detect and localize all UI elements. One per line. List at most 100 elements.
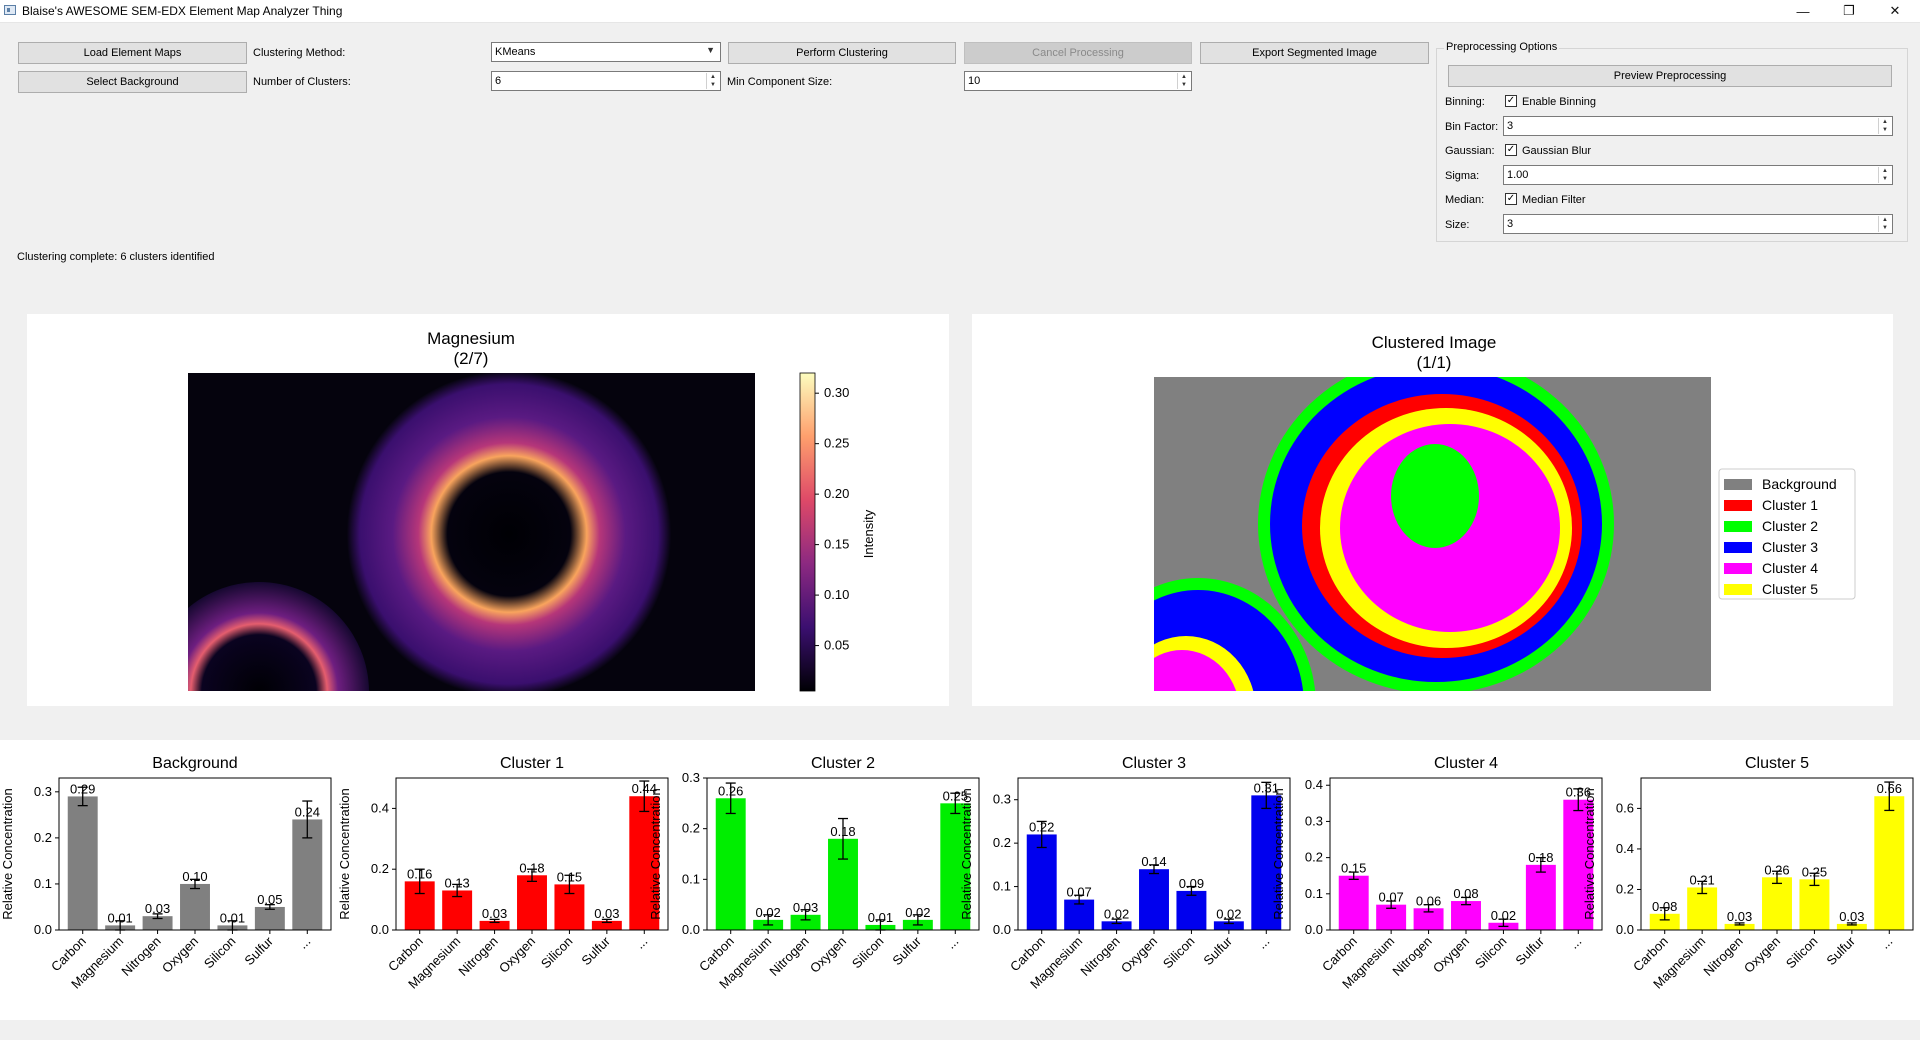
sigma-label: Sigma:: [1445, 170, 1480, 182]
load-element-maps-button[interactable]: Load Element Maps: [18, 42, 247, 64]
min-component-value: 10: [968, 75, 981, 87]
bar-value-label: 0.22: [1029, 819, 1054, 834]
bar-value-label: 0.07: [1378, 890, 1403, 905]
bar: [180, 883, 210, 930]
spin-arrows-icon[interactable]: ▲ ▼: [1878, 118, 1891, 134]
bar-value-label: 0.02: [755, 905, 780, 920]
x-tick-label: Sulfur: [1512, 933, 1547, 968]
minimize-button[interactable]: —: [1780, 0, 1826, 22]
bar-value-label: 0.03: [482, 906, 507, 921]
y-axis-label: Relative Concentration: [1271, 788, 1286, 920]
clustered-image-title: Clustered Image: [1372, 333, 1497, 352]
bar-value-label: 0.02: [1491, 908, 1516, 923]
bin-factor-spinbox[interactable]: 3 ▲ ▼: [1503, 116, 1893, 136]
y-tick-label: 0.2: [1616, 881, 1634, 896]
bar-value-label: 0.29: [70, 781, 95, 796]
clustering-method-value: KMeans: [495, 46, 536, 58]
bar-value-label: 0.05: [257, 892, 282, 907]
spin-arrows-icon[interactable]: ▲ ▼: [1878, 167, 1891, 183]
close-button[interactable]: ✕: [1872, 0, 1918, 22]
perform-clustering-button[interactable]: Perform Clustering: [728, 42, 956, 64]
x-tick-label: ...: [1254, 934, 1272, 952]
legend-label: Cluster 4: [1762, 560, 1818, 576]
median-filter-checkbox[interactable]: ✓: [1505, 193, 1517, 205]
bar-value-label: 0.08: [1652, 899, 1677, 914]
colorbar-tick-label: 0.30: [824, 385, 849, 400]
bar: [1525, 864, 1556, 930]
bar-value-label: 0.15: [557, 869, 582, 884]
bar: [1762, 877, 1792, 930]
particle-ring: [347, 373, 671, 691]
bar-value-label: 0.02: [1104, 906, 1129, 921]
legend-label: Cluster 3: [1762, 539, 1818, 555]
x-tick-label: ...: [1566, 934, 1584, 952]
bar: [715, 798, 746, 930]
bar-value-label: 0.14: [1141, 854, 1166, 869]
colorbar-tick-label: 0.15: [824, 537, 849, 552]
legend-swatch: [1724, 563, 1752, 574]
y-tick-label: 0.1: [1305, 886, 1323, 901]
y-tick-label: 0.1: [993, 879, 1011, 894]
y-tick-label: 0.3: [1305, 813, 1323, 828]
x-tick-label: Nitrogen: [1700, 934, 1745, 979]
y-axis-label: Relative Concentration: [0, 788, 15, 920]
bar-value-label: 0.03: [145, 901, 170, 916]
bar-value-label: 0.18: [830, 824, 855, 839]
y-tick-label: 0.3: [993, 792, 1011, 807]
enable-binning-label: Enable Binning: [1522, 96, 1597, 108]
spin-arrows-icon[interactable]: ▲ ▼: [1177, 73, 1190, 89]
enable-binning-checkbox[interactable]: ✓: [1505, 95, 1517, 107]
clustering-method-select[interactable]: KMeans ▼: [491, 42, 721, 62]
x-tick-label: Nitrogen: [455, 934, 500, 979]
cancel-processing-button[interactable]: Cancel Processing: [964, 42, 1192, 64]
x-tick-label: Silicon: [1160, 934, 1198, 972]
y-tick-label: 0.3: [682, 770, 700, 785]
spin-arrows-icon[interactable]: ▲ ▼: [1878, 216, 1891, 232]
legend-swatch: [1724, 542, 1752, 553]
colorbar: [799, 372, 816, 692]
sigma-value: 1.00: [1507, 169, 1529, 181]
x-tick-label: Sulfur: [1823, 933, 1858, 968]
x-tick-label: ...: [943, 934, 961, 952]
bar-chart-cluster-4: Cluster 40.15Carbon0.07Magnesium0.06Nitr…: [1271, 755, 1603, 992]
size-spinbox[interactable]: 3 ▲ ▼: [1503, 214, 1893, 234]
size-label: Size:: [1445, 219, 1470, 231]
bar-value-label: 0.08: [1453, 886, 1478, 901]
x-tick-label: Silicon: [1472, 934, 1510, 972]
y-tick-label: 0.0: [993, 922, 1011, 937]
x-tick-label: ...: [295, 934, 313, 952]
x-tick-label: Oxygen: [807, 934, 849, 976]
legend-swatch: [1724, 479, 1752, 490]
bar-value-label: 0.07: [1066, 885, 1091, 900]
bin-factor-label: Bin Factor:: [1445, 121, 1499, 133]
bar-value-label: 0.16: [407, 866, 432, 881]
x-tick-label: Oxygen: [496, 934, 538, 976]
bar-value-label: 0.09: [1179, 876, 1204, 891]
legend-label: Cluster 5: [1762, 581, 1818, 597]
maximize-button[interactable]: ❐: [1826, 0, 1872, 22]
y-tick-label: 0.2: [682, 821, 700, 836]
export-segmented-button[interactable]: Export Segmented Image: [1200, 42, 1429, 64]
spin-arrows-icon[interactable]: ▲ ▼: [706, 73, 719, 89]
select-background-button[interactable]: Select Background: [18, 71, 247, 93]
bar-value-label: 0.03: [594, 906, 619, 921]
y-tick-label: 0.2: [371, 861, 389, 876]
bar-value-label: 0.25: [1802, 864, 1827, 879]
y-tick-label: 0.4: [371, 800, 389, 815]
x-tick-label: Oxygen: [1118, 934, 1160, 976]
x-tick-label: Sulfur: [1200, 933, 1235, 968]
x-tick-label: Silicon: [201, 934, 239, 972]
bar-value-label: 0.01: [220, 910, 245, 925]
min-component-spinbox[interactable]: 10 ▲ ▼: [964, 71, 1192, 91]
num-clusters-spinbox[interactable]: 6 ▲ ▼: [491, 71, 721, 91]
gaussian-blur-checkbox[interactable]: ✓: [1505, 144, 1517, 156]
sigma-spinbox[interactable]: 1.00 ▲ ▼: [1503, 165, 1893, 185]
x-tick-label: Oxygen: [159, 934, 201, 976]
preview-preprocessing-button[interactable]: Preview Preprocessing: [1448, 65, 1892, 87]
clustered-image-figure: Clustered Image (1/1) Background Cluster …: [1154, 333, 1856, 691]
y-tick-label: 0.0: [1616, 922, 1634, 937]
y-tick-label: 0.2: [1305, 850, 1323, 865]
x-tick-label: Oxygen: [1741, 934, 1783, 976]
cluster-bar-charts: Background0.29Carbon0.01Magnesium0.03Nit…: [0, 755, 1914, 992]
bar-value-label: 0.10: [182, 869, 207, 884]
